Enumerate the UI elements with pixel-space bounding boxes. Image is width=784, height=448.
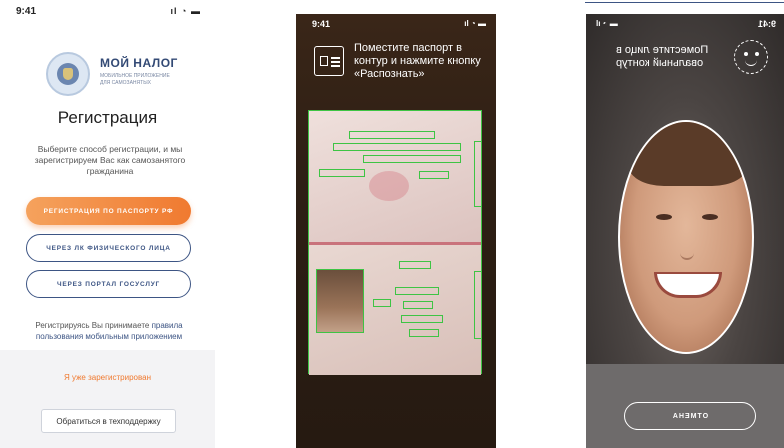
already-registered-link[interactable]: Я уже зарегистрирован xyxy=(0,373,215,382)
passport-scan-hint: Поместите паспорт в контур и нажмите кно… xyxy=(354,42,481,80)
tax-emblem-icon xyxy=(46,52,90,96)
passport-photo xyxy=(316,269,364,333)
support-button[interactable]: Обратиться в техподдержку xyxy=(41,409,176,433)
detected-field xyxy=(403,301,433,309)
terms-notice: Регистрируясь Вы принимаете правила поль… xyxy=(20,320,198,342)
detected-field xyxy=(395,287,439,295)
face-scan-hint: Поместите лицо в овальный контур xyxy=(616,44,709,69)
face-scan-screen: 9:41 ▬ ◔ ıl Поместите лицо в овальный ко… xyxy=(586,14,784,448)
registration-description: Выберите способ регистрации, и мы зареги… xyxy=(34,144,186,176)
detected-field xyxy=(373,299,391,307)
app-logo: МОЙ НАЛОГ МОБИЛЬНОЕ ПРИЛОЖЕНИЕ ДЛЯ САМОЗ… xyxy=(46,52,186,98)
status-time: 9:41 xyxy=(312,19,331,29)
passport-seal xyxy=(369,171,409,201)
detected-field xyxy=(333,143,461,151)
detected-field xyxy=(399,261,431,269)
register-by-passport-button[interactable]: Регистрация по паспорту РФ xyxy=(26,197,191,225)
detected-field xyxy=(474,141,482,207)
detected-field xyxy=(409,329,439,337)
detected-field xyxy=(401,315,443,323)
register-via-lk-button[interactable]: Через ЛК физического лица xyxy=(26,234,191,262)
register-via-gosuslugi-button[interactable]: Через портал госуслуг xyxy=(26,270,191,298)
passport-icon xyxy=(314,46,344,76)
logo-title: МОЙ НАЛОГ xyxy=(100,56,178,70)
status-time: 9:41 xyxy=(16,6,37,17)
logo-subtitle: МОБИЛЬНОЕ ПРИЛОЖЕНИЕ ДЛЯ САМОЗАНЯТЫХ xyxy=(100,73,170,86)
passport-frame xyxy=(308,110,482,375)
page-title: Регистрация xyxy=(57,108,158,127)
cancel-button[interactable]: ОТМЕНА xyxy=(624,402,756,430)
signal-battery-icon: ıl ◔ ▬ xyxy=(170,6,201,16)
face-outline-icon xyxy=(734,40,768,74)
detected-field xyxy=(474,271,482,339)
face-oval-frame xyxy=(618,120,754,354)
footer-panel xyxy=(0,350,215,448)
status-bar: 9:41 ıl ◔ ▬ xyxy=(296,14,496,34)
detected-field xyxy=(363,155,461,163)
top-link-underline xyxy=(300,0,784,3)
detected-field xyxy=(319,169,365,177)
terms-text: Регистрируясь Вы принимаете xyxy=(35,321,152,330)
status-time: 9:41 xyxy=(757,19,776,29)
status-bar: 9:41 ıl ◔ ▬ xyxy=(0,0,215,22)
detected-field xyxy=(419,171,449,179)
signal-battery-icon: ıl ◔ ▬ xyxy=(464,19,486,28)
detected-field xyxy=(349,131,435,139)
signal-battery-icon: ▬ ◔ ıl xyxy=(596,19,618,28)
status-bar: 9:41 ▬ ◔ ıl xyxy=(586,14,784,34)
passport-scan-screen: 9:41 ıl ◔ ▬ Поместите паспорт в контур и… xyxy=(296,14,496,448)
registration-screen: 9:41 ıl ◔ ▬ МОЙ НАЛОГ МОБИЛЬНОЕ ПРИЛОЖЕН… xyxy=(0,0,215,448)
